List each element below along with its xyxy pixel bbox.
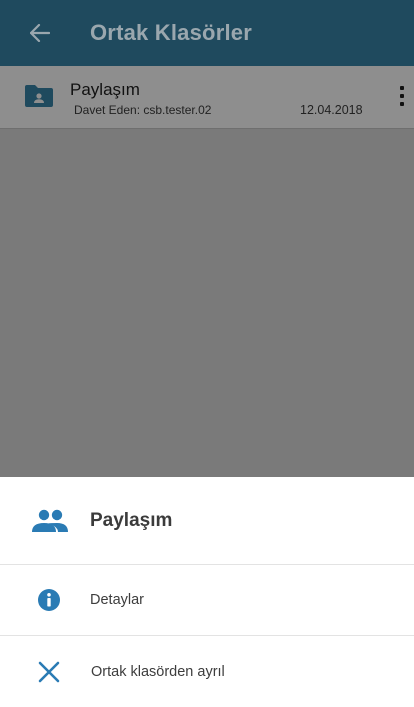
- people-icon: [30, 507, 70, 535]
- bottom-sheet: Paylaşım Detaylar Ortak klasörden ayrıl: [0, 477, 414, 707]
- leave-folder-label: Ortak klasörden ayrıl: [91, 663, 225, 680]
- folder-user-icon: [24, 84, 54, 108]
- leave-folder-menu-item[interactable]: Ortak klasörden ayrıl: [0, 636, 414, 707]
- arrow-left-icon[interactable]: [28, 21, 52, 45]
- details-menu-item[interactable]: Detaylar: [0, 565, 414, 636]
- more-vertical-icon[interactable]: [397, 86, 407, 106]
- bottom-sheet-title: Paylaşım: [90, 509, 173, 531]
- app-bar: Ortak Klasörler: [0, 0, 414, 66]
- info-icon: [37, 588, 61, 612]
- folder-name: Paylaşım: [70, 80, 140, 99]
- invited-by-text: Davet Eden: csb.tester.02: [74, 103, 212, 117]
- close-icon: [37, 660, 61, 684]
- page-title: Ortak Klasörler: [90, 20, 252, 45]
- details-label: Detaylar: [90, 592, 144, 608]
- bottom-sheet-header: Paylaşım: [0, 477, 414, 565]
- folder-date: 12.04.2018: [300, 103, 363, 117]
- shared-folder-row[interactable]: Paylaşım Davet Eden: csb.tester.02 12.04…: [0, 66, 414, 129]
